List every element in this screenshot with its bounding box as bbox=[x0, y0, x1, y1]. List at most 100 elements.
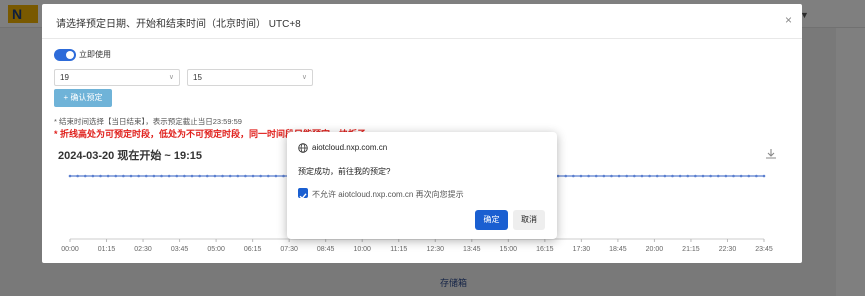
availability-point bbox=[274, 174, 278, 178]
availability-point bbox=[129, 174, 133, 178]
availability-point bbox=[99, 174, 102, 178]
toggle-knob bbox=[66, 51, 74, 59]
checkmark-icon bbox=[299, 193, 307, 200]
availability-point bbox=[221, 174, 224, 178]
availability-point bbox=[106, 174, 110, 178]
availability-point bbox=[259, 174, 262, 178]
availability-point bbox=[724, 174, 728, 178]
availability-point bbox=[625, 174, 629, 178]
availability-point bbox=[175, 174, 179, 178]
hour-select-value: 19 bbox=[60, 73, 69, 82]
popup-message: 预定成功，前往我的预定? bbox=[298, 167, 391, 176]
availability-point bbox=[122, 174, 125, 178]
x-tick-label: 16:15 bbox=[536, 246, 554, 253]
availability-point bbox=[83, 174, 87, 178]
x-tick-label: 13:45 bbox=[463, 246, 481, 253]
availability-point bbox=[755, 174, 758, 178]
availability-point bbox=[678, 174, 682, 178]
availability-point bbox=[137, 174, 140, 178]
x-tick-label: 12:30 bbox=[426, 246, 444, 253]
availability-point bbox=[671, 174, 674, 178]
x-tick-label: 05:00 bbox=[207, 246, 225, 253]
availability-point bbox=[732, 174, 735, 178]
availability-point bbox=[198, 174, 201, 178]
availability-point bbox=[602, 174, 606, 178]
availability-point bbox=[739, 174, 743, 178]
globe-icon bbox=[298, 143, 308, 153]
availability-point bbox=[587, 174, 590, 178]
availability-point bbox=[190, 174, 194, 178]
cancel-button[interactable]: 取消 bbox=[513, 210, 545, 230]
x-tick-label: 21:15 bbox=[682, 246, 700, 253]
availability-point bbox=[152, 174, 156, 178]
availability-point bbox=[716, 174, 720, 178]
availability-point bbox=[663, 174, 667, 178]
availability-point bbox=[76, 174, 79, 178]
end-time-note: * 结束时间选择【当日结束】，表示预定截止当日23:59:59 bbox=[54, 117, 242, 126]
availability-point bbox=[236, 174, 240, 178]
minute-select-value: 15 bbox=[193, 73, 202, 82]
availability-point bbox=[114, 174, 118, 178]
browser-confirm-dialog: aiotcloud.nxp.com.cn 预定成功，前往我的预定? 不允许 ai… bbox=[287, 132, 557, 239]
availability-point bbox=[160, 174, 163, 178]
availability-point bbox=[594, 174, 598, 178]
suppress-prompts-checkbox[interactable] bbox=[298, 188, 308, 200]
x-tick-label: 08:45 bbox=[317, 246, 335, 253]
use-now-label: 立即使用 bbox=[79, 50, 111, 59]
popup-host: aiotcloud.nxp.com.cn bbox=[312, 143, 388, 152]
x-tick-label: 06:15 bbox=[244, 246, 262, 253]
x-tick-label: 17:30 bbox=[573, 246, 591, 253]
chevron-down-icon: ∨ bbox=[301, 74, 307, 81]
chart-title: 2024-03-20 现在开始 ~ 19:15 bbox=[58, 150, 202, 162]
availability-point bbox=[183, 174, 186, 178]
hour-select[interactable]: 19 ∨ bbox=[54, 69, 180, 86]
availability-point bbox=[747, 174, 751, 178]
availability-point bbox=[633, 174, 636, 178]
availability-point bbox=[640, 174, 644, 178]
confirm-preset-button[interactable]: + 确认预定 bbox=[54, 89, 112, 107]
availability-point bbox=[205, 174, 209, 178]
availability-point bbox=[579, 174, 583, 178]
availability-point bbox=[228, 174, 232, 178]
availability-point bbox=[266, 174, 270, 178]
close-icon[interactable]: × bbox=[785, 13, 792, 27]
availability-point bbox=[251, 174, 255, 178]
availability-point bbox=[144, 174, 148, 178]
availability-point bbox=[648, 174, 651, 178]
header-divider bbox=[42, 38, 802, 39]
availability-point bbox=[709, 174, 712, 178]
suppress-prompts-label: 不允许 aiotcloud.nxp.com.cn 再次向您提示 bbox=[312, 190, 464, 199]
availability-point bbox=[282, 174, 285, 178]
minute-select[interactable]: 15 ∨ bbox=[187, 69, 313, 86]
ok-button[interactable]: 确定 bbox=[475, 210, 508, 230]
availability-point bbox=[167, 174, 171, 178]
x-tick-label: 22:30 bbox=[719, 246, 737, 253]
x-tick-label: 07:30 bbox=[280, 246, 298, 253]
availability-point bbox=[701, 174, 705, 178]
use-now-toggle[interactable] bbox=[54, 49, 76, 61]
x-tick-label: 10:00 bbox=[353, 246, 371, 253]
availability-point bbox=[91, 174, 95, 178]
download-icon[interactable] bbox=[765, 148, 777, 160]
availability-point bbox=[564, 174, 568, 178]
availability-point bbox=[686, 174, 690, 178]
x-tick-label: 15:00 bbox=[500, 246, 518, 253]
x-tick-label: 01:15 bbox=[98, 246, 116, 253]
availability-point bbox=[213, 174, 217, 178]
chevron-down-icon: ∨ bbox=[168, 74, 174, 81]
dialog-title: 请选择预定日期、开始和结束时间（北京时间） UTC+8 bbox=[56, 19, 301, 30]
availability-point bbox=[610, 174, 613, 178]
x-tick-label: 02:30 bbox=[134, 246, 152, 253]
x-tick-label: 23:45 bbox=[755, 246, 773, 253]
x-tick-label: 00:00 bbox=[61, 246, 79, 253]
availability-point bbox=[617, 174, 621, 178]
x-tick-label: 03:45 bbox=[171, 246, 189, 253]
availability-point bbox=[68, 174, 72, 178]
availability-point bbox=[572, 174, 575, 178]
availability-point bbox=[655, 174, 659, 178]
availability-point bbox=[244, 174, 247, 178]
availability-point bbox=[762, 174, 766, 178]
availability-point bbox=[694, 174, 697, 178]
x-tick-label: 20:00 bbox=[646, 246, 664, 253]
x-tick-label: 11:15 bbox=[390, 246, 407, 253]
